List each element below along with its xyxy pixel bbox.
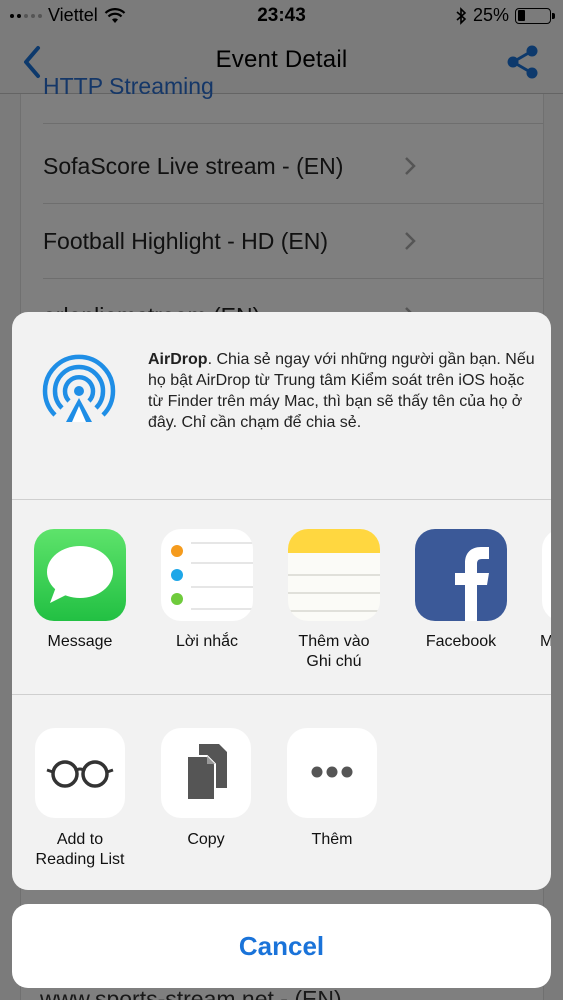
share-app-notes[interactable]: Thêm vào Ghi chú bbox=[284, 529, 384, 672]
share-sheet: AirDrop. Chia sẻ ngay với những người gầ… bbox=[12, 312, 551, 890]
glasses-icon bbox=[35, 728, 125, 818]
airdrop-title: AirDrop bbox=[148, 351, 208, 368]
facebook-icon bbox=[415, 529, 507, 621]
action-add-to-reading-list[interactable]: Add to Reading List bbox=[25, 728, 135, 870]
share-app-label: Facebook bbox=[425, 633, 497, 650]
messages-icon bbox=[34, 529, 126, 621]
share-actions-row: Add to Reading List Copy Thêm bbox=[12, 696, 551, 890]
action-copy[interactable]: Copy bbox=[151, 728, 261, 850]
action-label: Add to Reading List bbox=[35, 831, 125, 868]
airdrop-description: AirDrop. Chia sẻ ngay với những người gầ… bbox=[148, 349, 538, 433]
share-app-label: M bbox=[538, 632, 551, 652]
share-app-reminders[interactable]: Lời nhắc bbox=[157, 529, 257, 652]
reminders-icon bbox=[161, 529, 253, 621]
share-app-facebook[interactable]: Facebook bbox=[411, 529, 511, 652]
share-app-label: Lời nhắc bbox=[175, 633, 239, 650]
airdrop-icon bbox=[42, 354, 116, 422]
action-label: Copy bbox=[187, 831, 225, 848]
share-app-messenger[interactable]: M bbox=[538, 529, 551, 652]
cancel-button[interactable]: Cancel bbox=[12, 904, 551, 988]
messenger-icon bbox=[542, 529, 551, 621]
share-app-label: Thêm vào Ghi chú bbox=[298, 633, 370, 670]
share-app-message[interactable]: Message bbox=[30, 529, 130, 652]
share-apps-row: Message Lời nhắc Thêm vào Ghi chú Facebo… bbox=[12, 501, 551, 695]
action-more[interactable]: Thêm bbox=[277, 728, 387, 850]
copy-icon bbox=[161, 728, 251, 818]
share-app-label: Message bbox=[47, 633, 113, 650]
airdrop-section[interactable]: AirDrop. Chia sẻ ngay với những người gầ… bbox=[12, 312, 551, 500]
more-icon bbox=[287, 728, 377, 818]
action-label: Thêm bbox=[311, 831, 353, 848]
notes-icon bbox=[288, 529, 380, 621]
